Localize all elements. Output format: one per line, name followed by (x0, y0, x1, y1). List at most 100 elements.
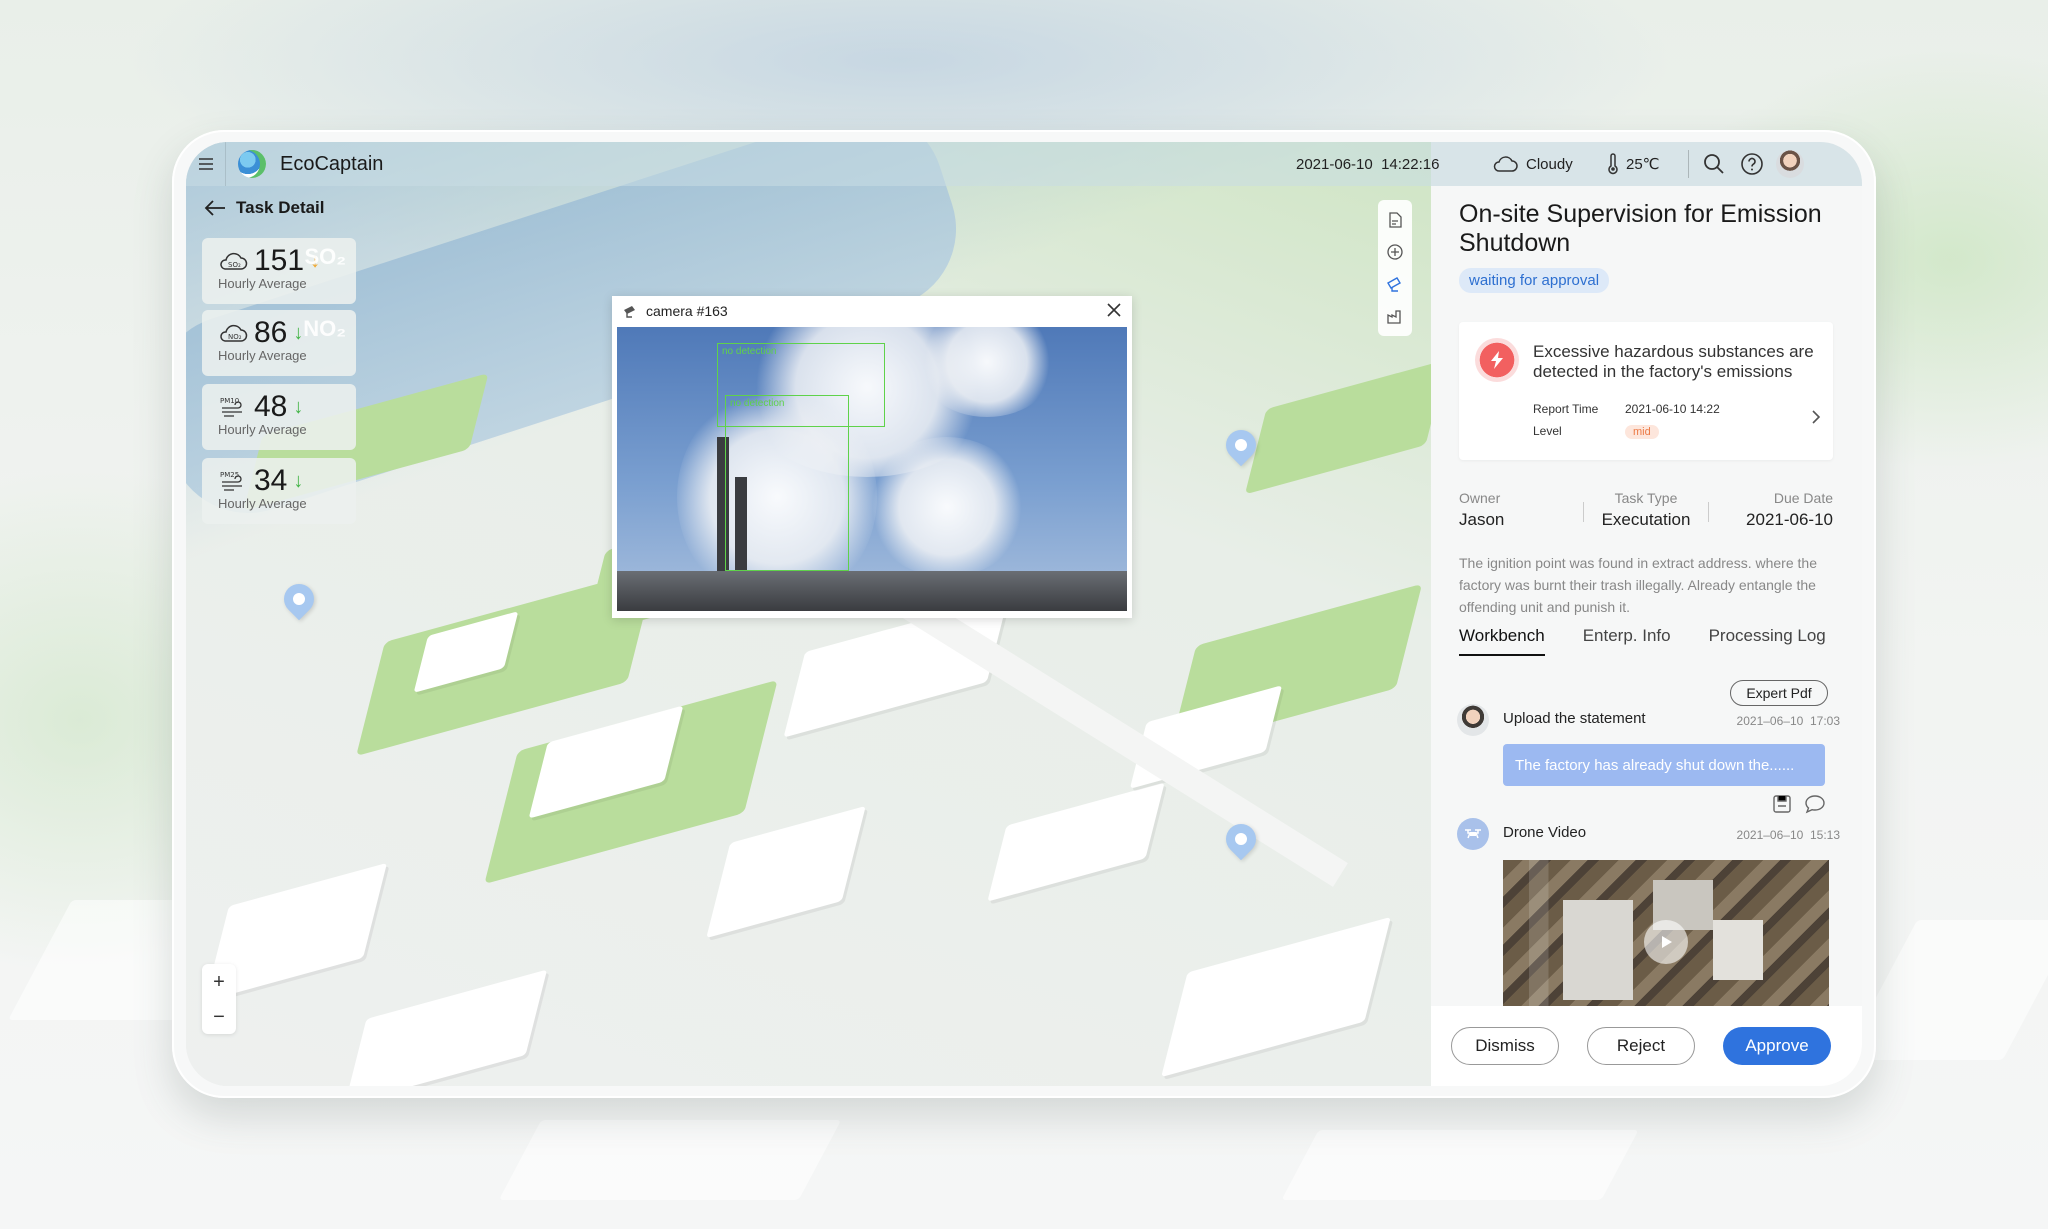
comment-icon[interactable] (1804, 794, 1826, 814)
temperature-value: 25℃ (1626, 156, 1660, 173)
status-badge: waiting for approval (1459, 268, 1610, 293)
owner-label: Owner (1459, 490, 1501, 506)
cloud-icon (1493, 156, 1518, 172)
camera-title: camera #163 (646, 303, 728, 319)
search-icon[interactable] (1702, 152, 1726, 176)
due-date-value: 2021-06-10 (1746, 510, 1833, 529)
reject-button[interactable]: Reject (1587, 1027, 1695, 1065)
target-icon[interactable] (1386, 243, 1404, 261)
map-building (1161, 916, 1391, 1078)
tab-bar: Workbench Enterp. Info Processing Log (1459, 626, 1837, 660)
detection-label: no detection (722, 346, 777, 357)
svg-text:SO₂: SO₂ (228, 261, 241, 269)
play-icon[interactable] (1644, 920, 1688, 964)
factory-building (617, 571, 1127, 611)
alert-card[interactable]: Excessive hazardous substances are detec… (1459, 322, 1833, 460)
back-button[interactable]: Task Detail (204, 198, 325, 218)
document-icon[interactable] (1386, 211, 1404, 229)
menu-icon[interactable] (186, 142, 226, 186)
divider (1688, 150, 1689, 178)
metric-card-so2[interactable]: SO₂ SO₂ 151 ↓ Hourly Average (202, 238, 356, 304)
save-icon[interactable] (1772, 794, 1792, 814)
date-time: 2021-06-10 14:22:16 (1296, 156, 1439, 173)
approve-button[interactable]: Approve (1723, 1027, 1831, 1065)
close-icon[interactable] (1106, 301, 1122, 324)
log-time: 15:13 (1809, 828, 1840, 842)
smoke (867, 437, 1027, 577)
task-type-value: Executation (1601, 510, 1691, 529)
metric-card-pm10[interactable]: PM10 48 ↓ Hourly Average (202, 384, 356, 450)
drone-video-thumbnail[interactable] (1503, 860, 1829, 1006)
lightning-icon (1475, 338, 1519, 382)
bg-building (498, 1120, 842, 1200)
task-title: On-site Supervision for Emission Shutdow… (1459, 200, 1822, 257)
weather: Cloudy (1492, 155, 1573, 173)
trend-arrow-icon: ↓ (293, 321, 304, 344)
metric-label: Hourly Average (218, 276, 307, 291)
metric-label: Hourly Average (218, 496, 307, 511)
owner-field: Owner Jason (1459, 490, 1583, 538)
detection-label: no detection (730, 398, 785, 409)
due-date-field: Due Date 2021-06-10 (1709, 490, 1833, 538)
drone-avatar (1457, 818, 1489, 850)
report-time-label: Report Time (1533, 402, 1599, 416)
task-description: The ignition point was found in extract … (1459, 555, 1817, 615)
camera-cctv-icon[interactable] (1386, 275, 1404, 293)
help-icon[interactable] (1740, 152, 1764, 176)
owner-value: Jason (1459, 510, 1505, 529)
detection-box: no detection (725, 395, 849, 571)
task-type-field: Task Type Executation (1584, 490, 1708, 538)
cloud-so2-icon: SO₂ (220, 252, 248, 270)
log-time: 17:03 (1809, 714, 1840, 728)
arrow-left-icon (204, 200, 225, 216)
due-date-label: Due Date (1773, 490, 1833, 506)
action-bar: Dismiss Reject Approve (1431, 1006, 1862, 1086)
trend-arrow-icon: ↓ (293, 469, 304, 492)
log-date: 2021–06–10 (1736, 714, 1804, 728)
temperature: 25℃ (1606, 153, 1660, 175)
tab-workbench[interactable]: Workbench (1459, 626, 1545, 656)
task-info-row: Owner Jason Task Type Executation Due Da… (1459, 490, 1833, 538)
app-name: EcoCaptain (280, 152, 384, 175)
avatar (1457, 704, 1489, 736)
zoom-in-button[interactable]: + (213, 972, 225, 992)
metric-value: 48 (254, 390, 288, 423)
log-entry-time: 2021–06–10 17:03 (1737, 714, 1840, 728)
map-park (1244, 359, 1448, 495)
metric-card-pm25[interactable]: PM25 34 ↓ Hourly Average (202, 458, 356, 524)
chevron-right-icon[interactable] (1811, 408, 1821, 431)
metric-ghost-label: SO₂ (304, 244, 346, 269)
log-actions (1772, 794, 1826, 814)
metric-card-no2[interactable]: NO₂ NO₂ 86 ↓ Hourly Average (202, 310, 356, 376)
tab-enterprise-info[interactable]: Enterp. Info (1583, 626, 1671, 660)
thermometer-icon (1608, 153, 1618, 175)
metric-value: 34 (254, 464, 288, 497)
log-entry-title: Upload the statement (1503, 710, 1646, 727)
wind-pm10-icon: PM10 (220, 397, 242, 417)
app-screen: EcoCaptain 2021-06-10 14:22:16 Cloudy 25… (186, 142, 1862, 1086)
report-time-value: 2021-06-10 14:22 (1625, 402, 1720, 416)
camera-popup: camera #163 no detection no detection (612, 296, 1132, 618)
zoom-out-button[interactable]: − (213, 1007, 225, 1027)
dismiss-button[interactable]: Dismiss (1451, 1027, 1559, 1065)
tab-processing-log[interactable]: Processing Log (1709, 626, 1826, 660)
level-label: Level (1533, 424, 1562, 438)
map-building (987, 782, 1165, 902)
current-date: 2021-06-10 (1296, 155, 1373, 173)
video-building (1563, 900, 1633, 1000)
video-building (1713, 920, 1763, 980)
factory-icon[interactable] (1386, 307, 1404, 325)
user-avatar[interactable] (1776, 150, 1804, 178)
map-pin[interactable] (277, 577, 321, 621)
log-entry-title: Drone Video (1503, 824, 1587, 841)
camera-cctv-icon (624, 306, 635, 318)
camera-feed[interactable]: no detection no detection (617, 327, 1127, 611)
level-row: Level mid (1533, 424, 1659, 439)
page-title: Task Detail (236, 198, 325, 217)
svg-text:PM25: PM25 (220, 471, 239, 479)
report-time-row: Report Time 2021-06-10 14:22 (1533, 402, 1720, 416)
task-type-label: Task Type (1614, 490, 1678, 506)
app-logo (238, 150, 266, 178)
export-pdf-button[interactable]: Expert Pdf (1730, 680, 1828, 706)
log-message[interactable]: The factory has already shut down the...… (1503, 744, 1825, 786)
